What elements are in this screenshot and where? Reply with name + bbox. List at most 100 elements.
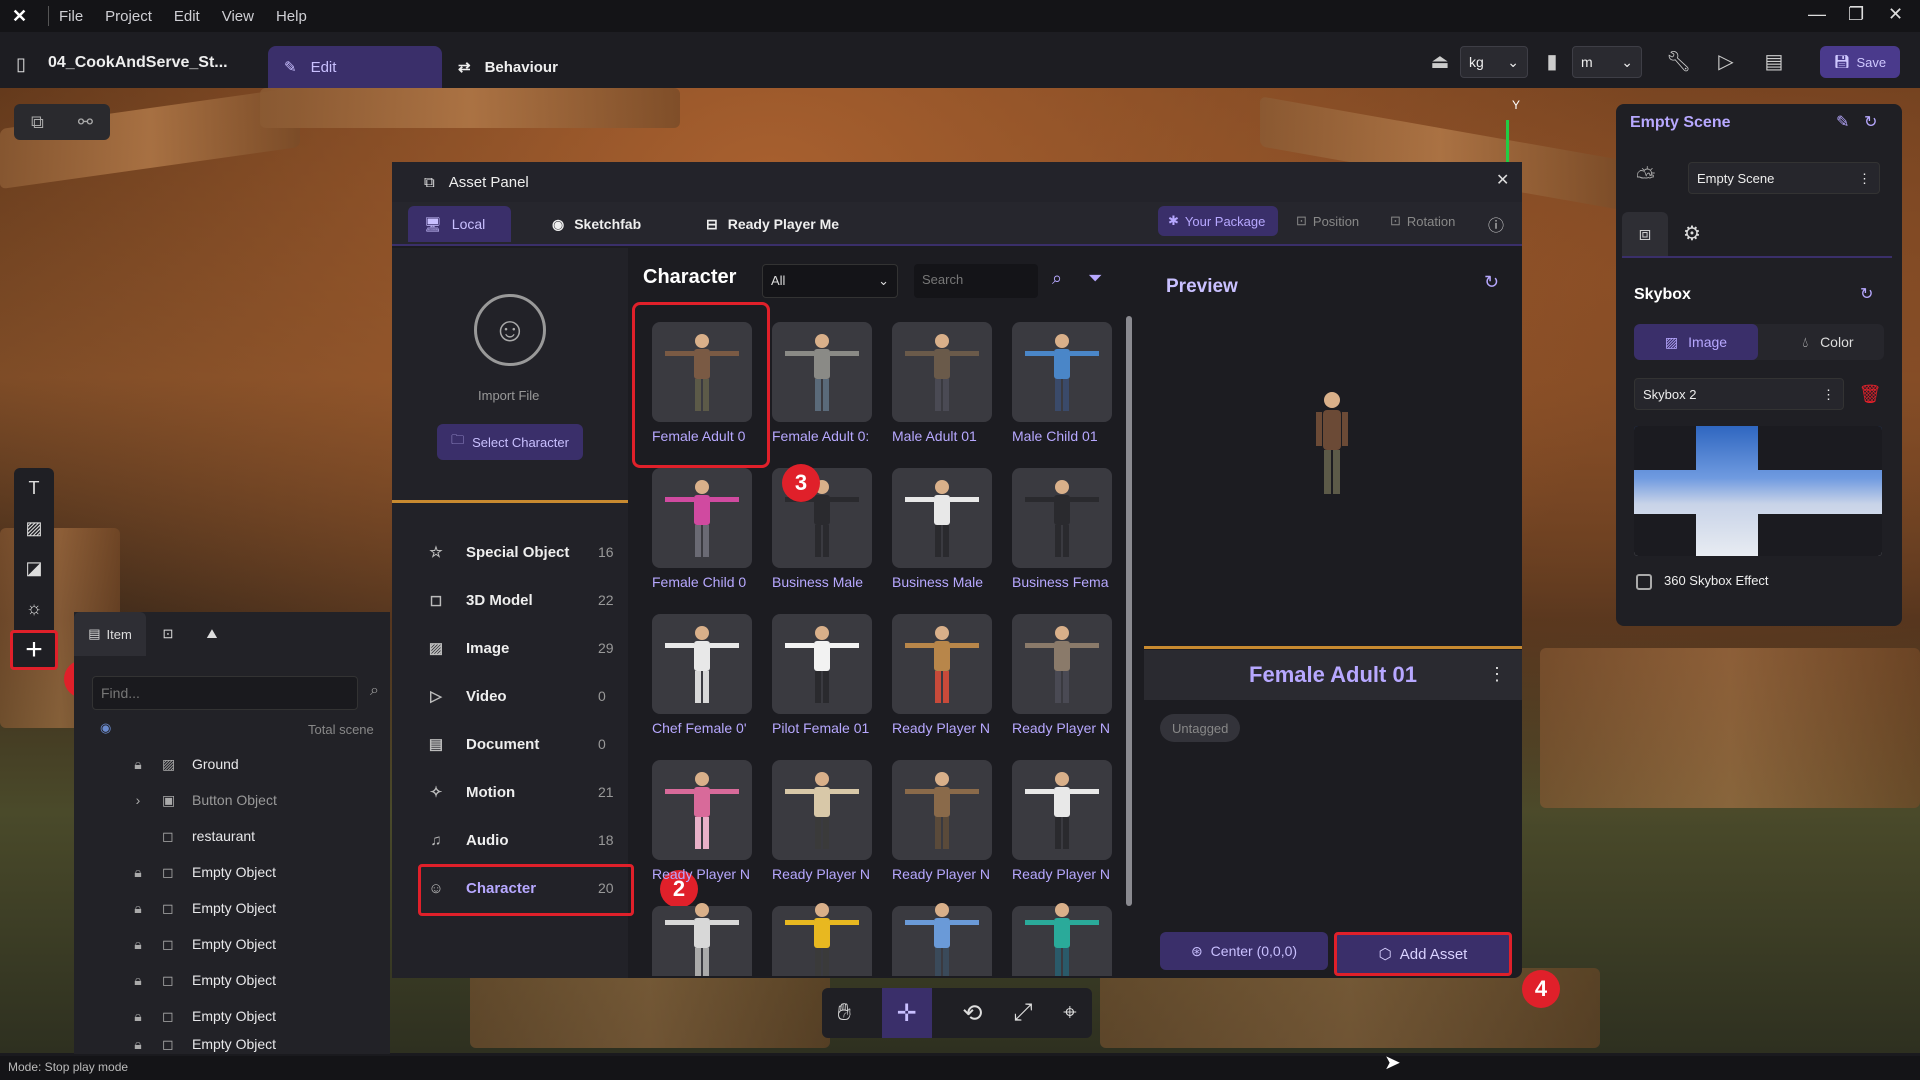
asset-card[interactable]: Pilot Female 01 <box>772 614 872 736</box>
status-text: Mode: Stop play mode <box>8 1060 129 1074</box>
cube-icon: ◻ <box>162 1007 174 1024</box>
skybox-color-label: Color <box>1820 334 1854 350</box>
character-thumbnail <box>1012 760 1112 860</box>
cursor-icon: ➤ <box>1384 1052 1401 1074</box>
skybox-image-label: Image <box>1688 334 1728 350</box>
asset-card[interactable]: Ready Player N <box>892 614 992 736</box>
trash-icon[interactable]: 🗑︎ <box>1856 380 1884 408</box>
more-vertical-icon[interactable]: ⋮ <box>1488 664 1506 685</box>
skybox-select-value: Skybox 2 <box>1643 387 1697 402</box>
cube-icon: ◻ <box>162 1035 174 1052</box>
character-thumbnail <box>772 760 872 860</box>
transform-toolbar: ✋︎ ✛ ⟲ ⤢ ⌖ <box>822 988 1092 1038</box>
rotate-icon[interactable]: ⟲ <box>962 999 982 1028</box>
divider <box>1144 646 1522 649</box>
scene-panel-title: Empty Scene <box>1630 114 1731 131</box>
skybox-360-checkbox[interactable] <box>1636 574 1652 590</box>
tree-row[interactable]: 🔒︎ ◻ Empty Object <box>74 998 390 1034</box>
asset-card-label: Ready Player N <box>1012 866 1111 882</box>
asset-card-label: Ready Player N <box>892 720 991 736</box>
character-thumbnail <box>892 760 992 860</box>
asset-card[interactable]: Ready Player N <box>892 760 992 882</box>
asset-card-label: Ready Player N <box>1012 720 1111 736</box>
character-thumbnail <box>892 614 992 714</box>
lock-icon[interactable]: 🔒︎ <box>114 1008 162 1025</box>
character-thumbnail <box>772 614 872 714</box>
move-icon[interactable]: ✛ <box>881 988 932 1038</box>
preview-asset-name: Female Adult 01 <box>1144 650 1522 700</box>
character-thumbnail <box>892 903 992 976</box>
tab-scene-object[interactable]: ⧈ <box>1622 212 1668 256</box>
asset-card[interactable] <box>772 903 872 976</box>
hand-icon[interactable]: ✋︎ <box>837 999 851 1027</box>
more-vertical-icon: ⋮ <box>1858 171 1871 186</box>
character-thumbnail <box>652 614 752 714</box>
asset-card[interactable]: Business Fema <box>1012 468 1112 590</box>
asset-card[interactable]: Ready Player N <box>1012 614 1112 736</box>
droplet-icon: 💧︎ <box>1802 333 1809 350</box>
refresh-icon[interactable]: ↻ <box>1860 284 1873 304</box>
grid-scrollbar[interactable] <box>1126 316 1132 906</box>
refresh-icon[interactable]: ↻ <box>1864 112 1877 132</box>
skybox-select[interactable]: Skybox 2 ⋮ <box>1634 378 1844 410</box>
gear-icon: ⚙ <box>1683 223 1701 245</box>
edit-icon[interactable]: ✎ <box>1836 112 1849 132</box>
asset-card-label: Female Child 0 <box>652 574 747 590</box>
transform-icon[interactable]: ⌖ <box>1063 999 1077 1027</box>
asset-card-label: Male Adult 01 <box>892 428 977 444</box>
asset-card-label: Male Child 01 <box>1012 428 1098 444</box>
center-button[interactable]: ⊛ Center (0,0,0) <box>1160 932 1328 970</box>
environment-icon: ⛅︎ <box>1636 164 1656 191</box>
cube-icon: ⧈ <box>1638 223 1652 245</box>
asset-card-label: Business Male <box>772 574 864 590</box>
add-asset-icon: ⬡ <box>1378 946 1392 963</box>
asset-card-label: Ready Player N <box>772 866 871 882</box>
character-thumbnail <box>652 903 752 976</box>
skybox-label: Skybox <box>1634 286 1691 303</box>
asset-card[interactable]: Ready Player N <box>772 760 872 882</box>
asset-card-label: Ready Player N <box>652 866 751 882</box>
add-asset-button[interactable]: ⬡ Add Asset <box>1334 932 1512 976</box>
row-label: Empty Object <box>192 1036 277 1052</box>
tab-scene-settings[interactable]: ⚙ <box>1672 212 1712 256</box>
character-thumbnail <box>1012 903 1112 976</box>
character-thumbnail <box>772 903 872 976</box>
step-badge-3: 3 <box>782 464 820 502</box>
scene-select[interactable]: Empty Scene ⋮ <box>1688 162 1880 194</box>
asset-card-label: Female Adult 0: <box>772 428 870 444</box>
asset-card[interactable]: Male Adult 01 <box>892 322 992 444</box>
asset-card[interactable]: Ready Player N <box>1012 760 1112 882</box>
asset-card-label: Ready Player N <box>892 866 991 882</box>
step-badge-4: 4 <box>1522 970 1560 1008</box>
asset-card[interactable]: Chef Female 0' <box>652 614 752 736</box>
skybox-image-option[interactable]: ▨ Image <box>1634 324 1758 360</box>
tree-row[interactable]: 🔒︎ ◻ Empty Object <box>74 1034 390 1054</box>
skybox-color-option[interactable]: 💧︎ Color <box>1778 324 1878 360</box>
image-icon: ▨ <box>1664 333 1679 350</box>
more-vertical-icon: ⋮ <box>1822 387 1835 402</box>
asset-card[interactable]: Male Child 01 <box>1012 322 1112 444</box>
asset-card[interactable] <box>1012 903 1112 976</box>
character-thumbnail <box>652 760 752 860</box>
asset-card[interactable] <box>652 903 752 976</box>
asset-card[interactable]: Female Adult 0: <box>772 322 872 444</box>
scale-icon[interactable]: ⤢ <box>1013 999 1032 1027</box>
refresh-icon[interactable]: ↻ <box>1484 272 1499 293</box>
asset-card-label: Pilot Female 01 <box>772 720 870 736</box>
asset-card[interactable] <box>892 903 992 976</box>
selected-asset-highlight <box>632 302 770 468</box>
character-thumbnail <box>772 322 872 422</box>
skybox-preview <box>1634 426 1882 556</box>
tag-badge[interactable]: Untagged <box>1160 714 1241 742</box>
asset-card-label: Business Fema <box>1012 574 1109 590</box>
asset-card[interactable]: Business Male <box>892 468 992 590</box>
add-asset-label: Add Asset <box>1399 945 1468 963</box>
asset-card[interactable]: Female Child 0 <box>652 468 752 590</box>
row-label: Empty Object <box>192 1008 277 1024</box>
preview-asset-name-label: Female Adult 01 <box>1249 662 1417 687</box>
character-thumbnail <box>892 468 992 568</box>
scene-select-value: Empty Scene <box>1697 171 1775 186</box>
asset-card[interactable]: Ready Player N <box>652 760 752 882</box>
lock-icon[interactable]: 🔒︎ <box>114 1036 162 1053</box>
center-icon: ⊛ <box>1190 942 1203 959</box>
